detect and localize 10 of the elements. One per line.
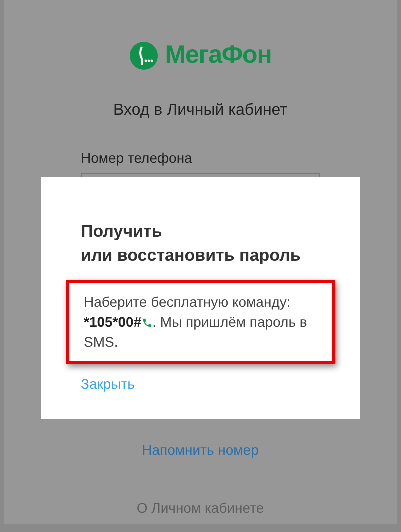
phone-icon (142, 317, 153, 329)
brand-logo-text: МегаФон (165, 40, 272, 71)
close-link[interactable]: Закрыть (81, 374, 320, 395)
instruction-text: Наберите бесплатную команду: *105*00# . Мы пришлём пароль в SMS. (84, 293, 308, 352)
phone-label: Номер телефона (81, 148, 194, 168)
page-title: Вход в Личный кабинет (114, 100, 288, 120)
remind-number-link[interactable]: Напомнить номер (142, 440, 259, 460)
about-link[interactable]: О Личном кабинете (136, 498, 264, 518)
megafon-logo-icon (129, 40, 160, 71)
dialog-title: Получить или восстановить пароль (81, 221, 302, 267)
